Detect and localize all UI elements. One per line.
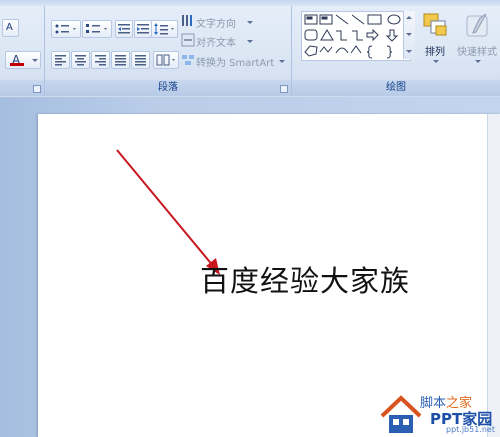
slide-workspace: 百度经验大家族 bbox=[0, 97, 500, 437]
align-text-icon bbox=[181, 33, 195, 47]
columns-icon bbox=[156, 54, 175, 66]
chevron-down-icon bbox=[32, 59, 38, 62]
shapes-gallery-scroll[interactable] bbox=[403, 11, 415, 59]
numbering-icon bbox=[86, 24, 107, 33]
font-group: A A bbox=[0, 6, 45, 96]
gallery-more-icon bbox=[406, 50, 412, 53]
gallery-scroll-down-icon bbox=[406, 33, 412, 36]
line-spacing-icon bbox=[154, 23, 174, 35]
drawing-group-label: 绘图 bbox=[292, 80, 500, 96]
gallery-scroll-up-icon bbox=[406, 16, 412, 19]
decrease-indent-button[interactable] bbox=[115, 20, 133, 38]
justify-button[interactable] bbox=[111, 51, 130, 69]
distributed-button[interactable] bbox=[131, 51, 150, 69]
chevron-down-icon bbox=[247, 21, 253, 24]
justify-icon bbox=[115, 55, 126, 66]
chevron-down-icon bbox=[433, 60, 439, 63]
font-dialog-launcher[interactable] bbox=[33, 85, 41, 93]
arrange-button[interactable]: 排列 bbox=[417, 10, 455, 72]
quick-styles-icon bbox=[466, 13, 488, 37]
paragraph-group-label: 段落 bbox=[45, 80, 291, 96]
bullets-icon bbox=[55, 24, 76, 34]
shapes-gallery-icons bbox=[304, 14, 401, 59]
chevron-down-icon bbox=[475, 60, 481, 63]
house-logo-icon bbox=[380, 395, 422, 433]
distributed-icon bbox=[135, 55, 146, 66]
convert-smartart-button[interactable]: 转换为 SmartArt bbox=[196, 54, 274, 69]
font-size-icon: A bbox=[6, 22, 13, 33]
align-left-button[interactable] bbox=[51, 51, 70, 69]
slide-text-box[interactable]: 百度经验大家族 bbox=[200, 258, 410, 300]
align-right-icon bbox=[95, 55, 106, 66]
chevron-down-icon bbox=[247, 40, 253, 43]
font-color-button[interactable]: A bbox=[5, 51, 41, 69]
smartart-icon bbox=[182, 55, 194, 65]
paragraph-group: 文字方向 对齐文本 转换为 SmartArt 段落 bbox=[45, 6, 292, 96]
shapes-gallery[interactable] bbox=[301, 11, 411, 61]
font-color-swatch bbox=[10, 63, 24, 66]
watermark: 脚本之家 PPT家园 ppt.jb51.net bbox=[372, 388, 500, 437]
font-size-decrease-button[interactable]: A bbox=[2, 19, 19, 37]
align-left-icon bbox=[55, 55, 66, 66]
increase-indent-button[interactable] bbox=[134, 20, 152, 38]
align-center-icon bbox=[75, 55, 86, 66]
arrange-label: 排列 bbox=[425, 47, 445, 58]
chevron-down-icon bbox=[279, 60, 285, 63]
arrange-icon bbox=[423, 13, 447, 36]
increase-indent-icon bbox=[137, 24, 149, 34]
paragraph-dialog-launcher[interactable] bbox=[280, 85, 288, 93]
red-arrow-shape[interactable] bbox=[108, 142, 238, 275]
line-spacing-button[interactable] bbox=[151, 20, 178, 38]
align-right-button[interactable] bbox=[91, 51, 110, 69]
quick-styles-button[interactable]: 快速样式 bbox=[455, 10, 500, 72]
quick-styles-label: 快速样式 bbox=[457, 47, 497, 58]
bullets-button[interactable] bbox=[51, 20, 81, 38]
watermark-line3: ppt.jb51.net bbox=[446, 425, 495, 434]
text-direction-icon bbox=[182, 15, 192, 26]
columns-button[interactable] bbox=[153, 51, 179, 69]
align-center-button[interactable] bbox=[71, 51, 90, 69]
decrease-indent-icon bbox=[118, 24, 130, 34]
ribbon: A A 文字方向 对齐文本 转换为 SmartArt 段落 绘图 排列 快速样式 bbox=[0, 0, 500, 98]
align-text-button[interactable]: 对齐文本 bbox=[196, 34, 236, 49]
text-direction-button[interactable]: 文字方向 bbox=[196, 15, 236, 30]
numbering-button[interactable] bbox=[82, 20, 112, 38]
